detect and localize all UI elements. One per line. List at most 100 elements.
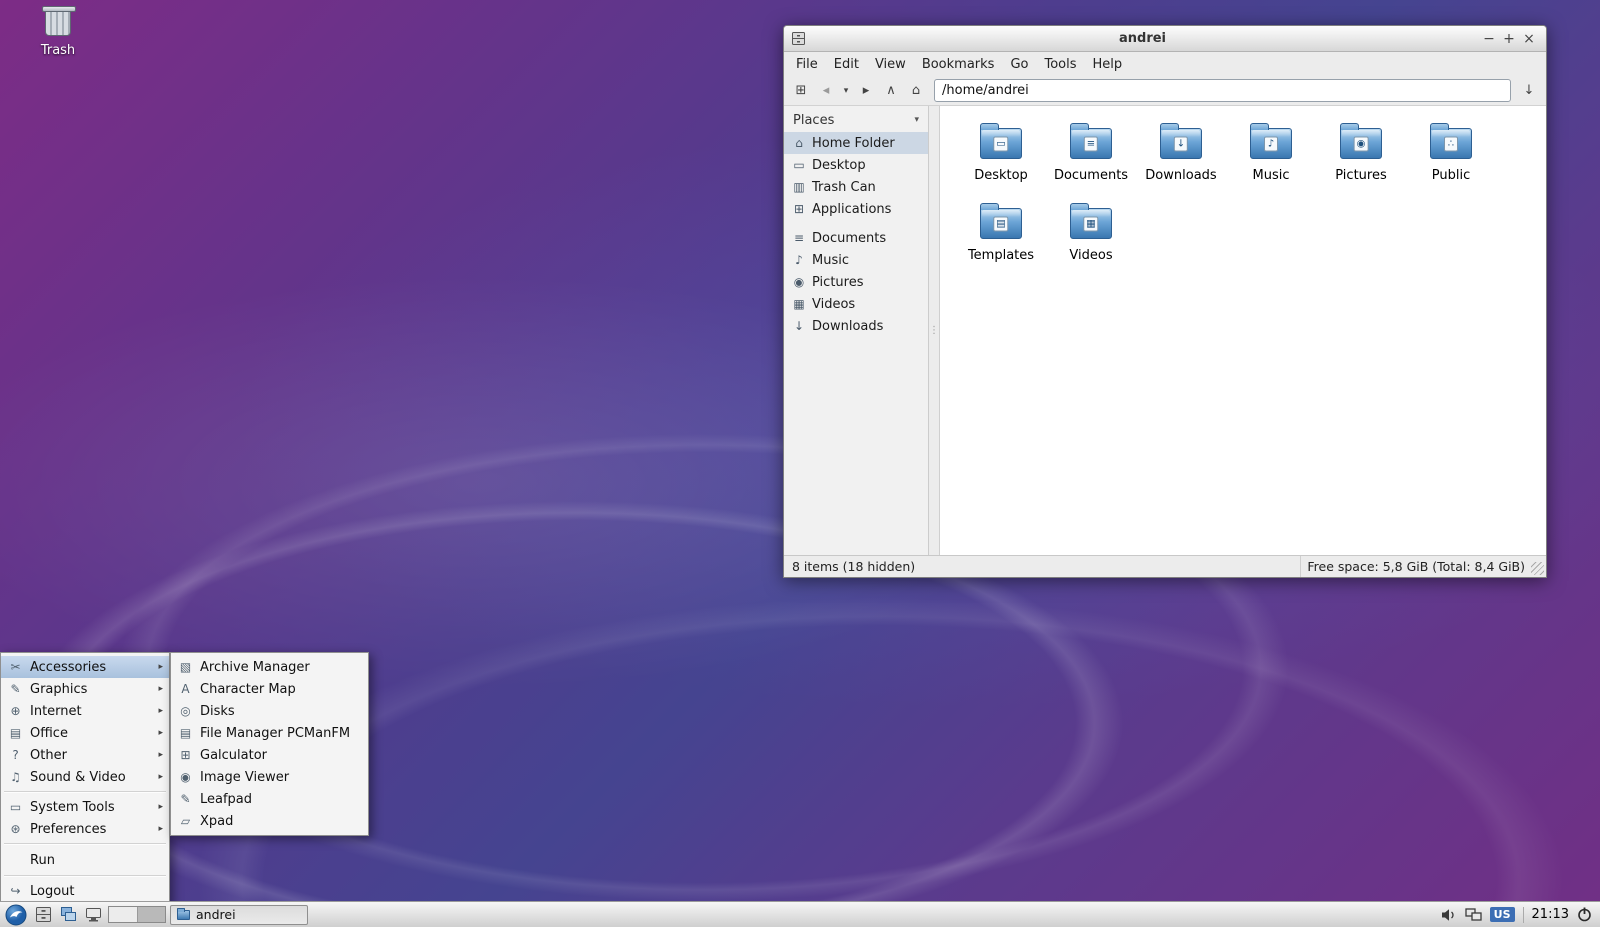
folder-icon: ▦: [1070, 208, 1112, 239]
desktop-trash-icon[interactable]: Trash: [30, 10, 86, 58]
display-layout-icon[interactable]: [1465, 908, 1482, 922]
places-dropdown[interactable]: Places ▾: [784, 108, 928, 132]
folder-desktop[interactable]: ▭ Desktop: [956, 118, 1046, 198]
home-icon[interactable]: ⌂: [904, 79, 928, 103]
jump-to-icon[interactable]: ↓: [1517, 79, 1541, 103]
folder-pictures[interactable]: ◉ Pictures: [1316, 118, 1406, 198]
character-map-icon: A: [178, 682, 193, 696]
sidebar-item-pictures[interactable]: ◉ Pictures: [784, 271, 928, 293]
power-icon[interactable]: [1577, 907, 1592, 922]
file-manager-window: andrei − + × File Edit View Bookmarks Go…: [783, 25, 1547, 578]
menu-separator: [4, 843, 166, 845]
applications-icon: ⊞: [792, 202, 806, 216]
menu-file[interactable]: File: [788, 55, 826, 74]
menu-item-preferences[interactable]: ⊛ Preferences ▸: [1, 818, 169, 840]
submenu-item-xpad[interactable]: ▱ Xpad: [171, 810, 368, 832]
file-label: Downloads: [1145, 168, 1216, 183]
tray-separator: [1523, 907, 1524, 923]
file-manager-launcher[interactable]: [33, 904, 54, 926]
sidebar-item-label: Desktop: [812, 158, 866, 173]
menu-view[interactable]: View: [867, 55, 914, 74]
submenu-item-character-map[interactable]: A Character Map: [171, 678, 368, 700]
resize-grip[interactable]: [1531, 562, 1544, 575]
up-icon[interactable]: ∧: [879, 79, 903, 103]
desktop-pager[interactable]: [108, 906, 166, 923]
menu-item-sound-video[interactable]: ♫ Sound & Video ▸: [1, 766, 169, 788]
sidebar-item-videos[interactable]: ▦ Videos: [784, 293, 928, 315]
window-title: andrei: [806, 31, 1479, 46]
menu-item-internet[interactable]: ⊕ Internet ▸: [1, 700, 169, 722]
new-tab-icon[interactable]: ⊞: [789, 79, 813, 103]
menu-go[interactable]: Go: [1002, 55, 1036, 74]
menu-item-accessories[interactable]: ✂ Accessories ▸: [1, 656, 169, 678]
preferences-icon: ⊛: [8, 822, 23, 836]
folder-music[interactable]: ♪ Music: [1226, 118, 1316, 198]
close-button[interactable]: ×: [1519, 29, 1539, 49]
folder-videos[interactable]: ▦ Videos: [1046, 198, 1136, 278]
file-label: Public: [1432, 168, 1470, 183]
forward-icon[interactable]: ▸: [854, 79, 878, 103]
minimize-button[interactable]: −: [1479, 29, 1499, 49]
menu-tools[interactable]: Tools: [1036, 55, 1084, 74]
maximize-button[interactable]: +: [1499, 29, 1519, 49]
sidebar-item-desktop[interactable]: ▭ Desktop: [784, 154, 928, 176]
windows-launcher[interactable]: [58, 904, 79, 926]
menu-item-system-tools[interactable]: ▭ System Tools ▸: [1, 796, 169, 818]
menu-help[interactable]: Help: [1085, 55, 1131, 74]
chevron-down-icon: ▾: [914, 115, 919, 125]
submenu-arrow-icon: ▸: [158, 728, 163, 738]
show-desktop-button[interactable]: [83, 904, 104, 926]
trash-icon: [45, 10, 71, 36]
pager-desktop-2[interactable]: [138, 907, 166, 922]
window-titlebar[interactable]: andrei − + ×: [784, 26, 1546, 52]
start-menu-button[interactable]: [3, 904, 29, 926]
submenu-arrow-icon: ▸: [158, 662, 163, 672]
back-icon[interactable]: ◂: [814, 79, 838, 103]
folder-downloads[interactable]: ↓ Downloads: [1136, 118, 1226, 198]
folder-public[interactable]: ∴ Public: [1406, 118, 1496, 198]
submenu-item-label: Archive Manager: [200, 660, 362, 675]
menu-item-graphics[interactable]: ✎ Graphics ▸: [1, 678, 169, 700]
menu-item-other[interactable]: ? Other ▸: [1, 744, 169, 766]
task-button-label: andrei: [196, 907, 236, 922]
keyboard-layout-indicator[interactable]: US: [1490, 907, 1515, 922]
submenu-item-archive-manager[interactable]: ▧ Archive Manager: [171, 656, 368, 678]
menu-item-run[interactable]: Run: [1, 848, 169, 872]
submenu-item-image-viewer[interactable]: ◉ Image Viewer: [171, 766, 368, 788]
submenu-item-label: Image Viewer: [200, 770, 362, 785]
path-input[interactable]: [934, 79, 1511, 102]
submenu-item-label: Leafpad: [200, 792, 362, 807]
task-button-andrei[interactable]: andrei: [170, 905, 308, 925]
sidebar-item-label: Music: [812, 253, 849, 268]
submenu-item-galculator[interactable]: ⊞ Galculator: [171, 744, 368, 766]
sidebar-item-documents[interactable]: ≡ Documents: [784, 227, 928, 249]
items-count-text: 8 items (18 hidden): [784, 556, 1301, 577]
sidebar-item-home-folder[interactable]: ⌂ Home Folder: [784, 132, 928, 154]
menu-item-label: Other: [30, 748, 151, 763]
sidebar-item-trash-can[interactable]: ▥ Trash Can: [784, 176, 928, 198]
pager-desktop-1[interactable]: [109, 907, 138, 922]
menu-item-label: Graphics: [30, 682, 151, 697]
volume-icon[interactable]: [1441, 908, 1457, 922]
folder-icon: [177, 910, 190, 920]
sidebar-item-music[interactable]: ♪ Music: [784, 249, 928, 271]
submenu-item-leafpad[interactable]: ✎ Leafpad: [171, 788, 368, 810]
menu-bookmarks[interactable]: Bookmarks: [914, 55, 1003, 74]
sidebar-item-downloads[interactable]: ↓ Downloads: [784, 315, 928, 337]
submenu-item-label: Disks: [200, 704, 362, 719]
sidebar-item-applications[interactable]: ⊞ Applications: [784, 198, 928, 220]
submenu-item-disks[interactable]: ◎ Disks: [171, 700, 368, 722]
submenu-item-file-manager-pcmanfm[interactable]: ▤ File Manager PCManFM: [171, 722, 368, 744]
folder-documents[interactable]: ≡ Documents: [1046, 118, 1136, 198]
documents-icon: ≡: [792, 231, 806, 245]
folder-templates[interactable]: ▤ Templates: [956, 198, 1046, 278]
pane-splitter[interactable]: ⋮: [929, 106, 940, 555]
back-history-icon[interactable]: ▾: [839, 79, 853, 103]
clock[interactable]: 21:13: [1532, 907, 1569, 922]
submenu-arrow-icon: ▸: [158, 706, 163, 716]
menu-item-logout[interactable]: ↪ Logout: [1, 880, 169, 902]
menu-item-office[interactable]: ▤ Office ▸: [1, 722, 169, 744]
pictures-icon: ◉: [792, 275, 806, 289]
sidebar-item-label: Trash Can: [812, 180, 876, 195]
menu-edit[interactable]: Edit: [826, 55, 867, 74]
